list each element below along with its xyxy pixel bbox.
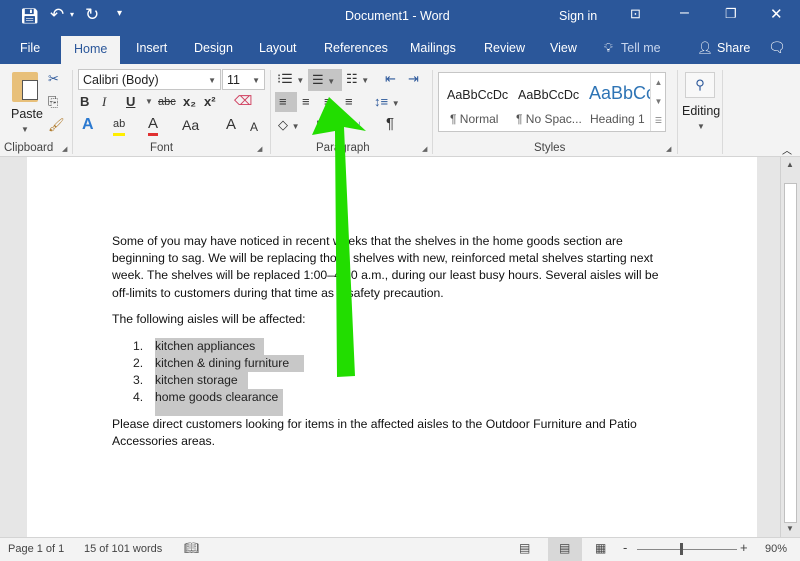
scrollbar-thumb[interactable] — [784, 183, 797, 523]
zoom-out-button[interactable]: - — [623, 540, 627, 555]
web-layout-icon[interactable]: ▦ — [595, 541, 606, 555]
print-layout-button[interactable]: ▤ — [548, 538, 582, 561]
zoom-level[interactable]: 90% — [765, 543, 787, 555]
print-layout-icon: ▤ — [559, 541, 571, 555]
zoom-slider-thumb[interactable] — [680, 543, 683, 555]
arrow-shape — [312, 97, 366, 377]
vertical-scrollbar[interactable]: ▲ ▼ — [780, 157, 800, 537]
green-arrow-annotation — [312, 97, 366, 377]
status-bar: Page 1 of 1 15 of 101 words 📖︎ ▤ ▤ ▦ - +… — [0, 537, 800, 561]
word-count[interactable]: 15 of 101 words — [84, 543, 162, 555]
zoom-slider[interactable] — [637, 549, 737, 550]
page-count[interactable]: Page 1 of 1 — [8, 543, 64, 555]
proofing-icon[interactable]: 📖︎ — [184, 541, 199, 555]
zoom-in-button[interactable]: + — [740, 540, 748, 555]
scroll-up-icon[interactable]: ▲ — [786, 160, 794, 169]
scroll-down-icon[interactable]: ▼ — [786, 524, 794, 533]
read-mode-icon[interactable]: ▤ — [519, 541, 530, 555]
